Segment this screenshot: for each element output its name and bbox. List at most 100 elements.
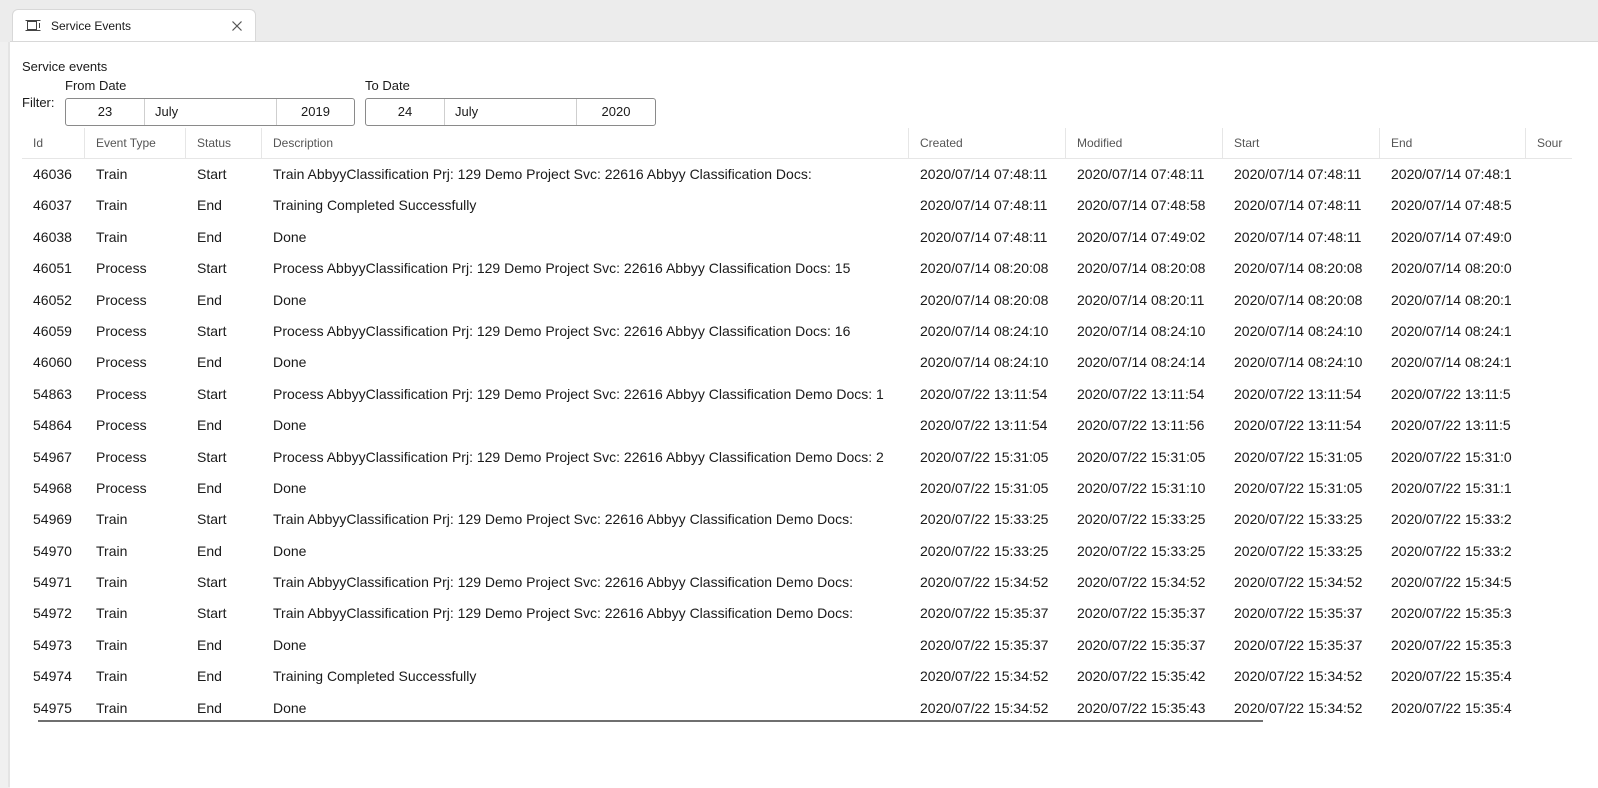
- tab-service-events[interactable]: Service Events: [12, 9, 256, 42]
- column-header-source[interactable]: Sour: [1526, 128, 1572, 158]
- page-title: Service events: [22, 59, 108, 74]
- status-cell: End: [197, 479, 222, 496]
- from-date-picker[interactable]: 23 July 2019: [65, 98, 355, 126]
- start-cell: 2020/07/22 13:11:54: [1234, 417, 1362, 434]
- table-row[interactable]: 54973 Train End Done 2020/07/22 15:35:37 2020…: [22, 630, 1538, 661]
- description-cell: Done: [273, 291, 307, 308]
- column-header-id[interactable]: Id: [22, 128, 85, 158]
- end-cell: 2020/07/14 07:48:1: [1391, 166, 1512, 182]
- status-cell: Start: [197, 260, 227, 277]
- from-date-month[interactable]: July: [145, 99, 277, 125]
- table-row[interactable]: 46037 Train End Training Completed Successf…: [22, 190, 1538, 221]
- description-cell: Done: [273, 542, 307, 559]
- to-date-year[interactable]: 2020: [577, 99, 655, 125]
- to-date-day[interactable]: 24: [366, 99, 445, 125]
- close-icon[interactable]: [227, 16, 247, 36]
- modified-cell: 2020/07/22 15:31:10: [1077, 479, 1206, 496]
- table-row[interactable]: 54972 Train Start Train AbbyyClassification…: [22, 598, 1538, 629]
- start-cell: 2020/07/22 15:34:52: [1234, 668, 1363, 685]
- description-cell: Train AbbyyClassification Prj: 129 Demo …: [273, 166, 812, 182]
- from-date-day[interactable]: 23: [66, 99, 145, 125]
- id-cell: 54974: [33, 668, 72, 685]
- created-cell: 2020/07/14 07:48:11: [920, 166, 1048, 182]
- status-cell: End: [197, 417, 222, 434]
- status-cell: End: [197, 636, 222, 653]
- description-cell: Done: [273, 354, 307, 371]
- to-date-picker[interactable]: 24 July 2020: [365, 98, 656, 126]
- description-cell: Done: [273, 417, 307, 434]
- description-cell: Done: [273, 228, 307, 245]
- description-cell: Process AbbyyClassification Prj: 129 Dem…: [273, 322, 851, 339]
- column-header-event-type[interactable]: Event Type: [85, 128, 186, 158]
- start-cell: 2020/07/14 08:24:10: [1234, 322, 1363, 339]
- modified-cell: 2020/07/14 08:24:14: [1077, 354, 1206, 371]
- column-header-modified[interactable]: Modified: [1066, 128, 1223, 158]
- description-cell: Process AbbyyClassification Prj: 129 Dem…: [273, 385, 884, 402]
- description-cell: Process AbbyyClassification Prj: 129 Dem…: [273, 448, 884, 465]
- end-cell: 2020/07/22 15:35:4: [1391, 699, 1512, 716]
- end-cell: 2020/07/22 15:31:0: [1391, 448, 1512, 465]
- table-row[interactable]: 54968 Process End Done 2020/07/22 15:31:05 20…: [22, 473, 1538, 504]
- table-row[interactable]: 46036 Train Start Train AbbyyClassification…: [22, 159, 1538, 190]
- id-cell: 46052: [33, 291, 72, 308]
- description-cell: Done: [273, 479, 307, 496]
- table-row[interactable]: 54863 Process Start Process AbbyyClassifica…: [22, 379, 1538, 410]
- event-type-cell: Process: [96, 354, 147, 371]
- table-row[interactable]: 54969 Train Start Train AbbyyClassification…: [22, 504, 1538, 535]
- created-cell: 2020/07/22 13:11:54: [920, 385, 1048, 402]
- to-date-label: To Date: [365, 78, 410, 93]
- description-cell: Train AbbyyClassification Prj: 129 Demo …: [273, 605, 853, 622]
- service-events-panel: Service events Filter: From Date 23 July…: [10, 41, 1598, 788]
- description-cell: Train AbbyyClassification Prj: 129 Demo …: [273, 511, 853, 528]
- table-row[interactable]: 54974 Train End Training Completed Successf…: [22, 661, 1538, 692]
- column-header-created[interactable]: Created: [909, 128, 1066, 158]
- status-cell: End: [197, 668, 222, 685]
- horizontal-scrollbar[interactable]: [38, 720, 1263, 722]
- start-cell: 2020/07/22 15:31:05: [1234, 448, 1363, 465]
- table-row[interactable]: 54967 Process Start Process AbbyyClassifica…: [22, 442, 1538, 473]
- start-cell: 2020/07/14 07:48:11: [1234, 197, 1362, 214]
- id-cell: 54969: [33, 511, 72, 528]
- to-date-month[interactable]: July: [445, 99, 577, 125]
- created-cell: 2020/07/14 08:20:08: [920, 291, 1049, 308]
- created-cell: 2020/07/22 13:11:54: [920, 417, 1048, 434]
- table-row[interactable]: 46052 Process End Done 2020/07/14 08:20:08 20…: [22, 285, 1538, 316]
- end-cell: 2020/07/22 13:11:5: [1391, 417, 1511, 434]
- end-cell: 2020/07/22 13:11:5: [1391, 385, 1511, 402]
- column-header-description[interactable]: Description: [262, 128, 909, 158]
- end-cell: 2020/07/22 15:31:1: [1391, 479, 1512, 496]
- status-cell: End: [197, 354, 222, 371]
- event-type-cell: Train: [96, 668, 128, 685]
- column-header-status[interactable]: Status: [186, 128, 262, 158]
- table-body: 46036 Train Start Train AbbyyClassification…: [22, 159, 1538, 724]
- table-row[interactable]: 46038 Train End Done 2020/07/14 07:48:11 2020…: [22, 222, 1538, 253]
- event-type-cell: Process: [96, 417, 147, 434]
- id-cell: 46037: [33, 197, 72, 214]
- table-row[interactable]: 54970 Train End Done 2020/07/22 15:33:25 2020…: [22, 536, 1538, 567]
- event-type-cell: Train: [96, 197, 128, 214]
- modified-cell: 2020/07/22 13:11:54: [1077, 385, 1205, 402]
- end-cell: 2020/07/14 08:20:0: [1391, 260, 1512, 277]
- modified-cell: 2020/07/14 08:24:10: [1077, 322, 1206, 339]
- id-cell: 54967: [33, 448, 72, 465]
- column-header-end[interactable]: End: [1380, 128, 1526, 158]
- status-cell: Start: [197, 385, 227, 402]
- from-date-year[interactable]: 2019: [277, 99, 354, 125]
- status-cell: End: [197, 542, 222, 559]
- id-cell: 46036: [33, 166, 72, 182]
- id-cell: 54970: [33, 542, 72, 559]
- created-cell: 2020/07/22 15:31:05: [920, 479, 1049, 496]
- modified-cell: 2020/07/14 07:48:11: [1077, 166, 1205, 182]
- table-row[interactable]: 46051 Process Start Process AbbyyClassifica…: [22, 253, 1538, 284]
- status-cell: Start: [197, 166, 227, 182]
- id-cell: 54864: [33, 417, 72, 434]
- id-cell: 54863: [33, 385, 72, 402]
- start-cell: 2020/07/14 08:20:08: [1234, 260, 1363, 277]
- table-row[interactable]: 54971 Train Start Train AbbyyClassification…: [22, 567, 1538, 598]
- column-header-start[interactable]: Start: [1223, 128, 1380, 158]
- table-row[interactable]: 54864 Process End Done 2020/07/22 13:11:54 20…: [22, 410, 1538, 441]
- status-cell: Start: [197, 605, 227, 622]
- status-cell: Start: [197, 574, 227, 591]
- table-row[interactable]: 46059 Process Start Process AbbyyClassifica…: [22, 316, 1538, 347]
- table-row[interactable]: 46060 Process End Done 2020/07/14 08:24:10 20…: [22, 347, 1538, 378]
